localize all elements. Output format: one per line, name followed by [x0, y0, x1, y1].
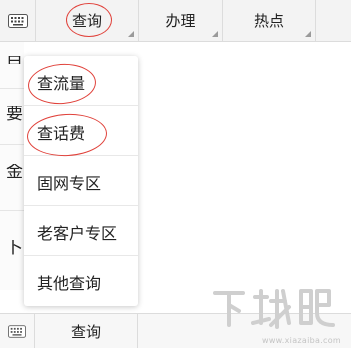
menu-item-old-customer[interactable]: 老客户专区	[24, 206, 138, 256]
menu-item-check-data[interactable]: 查流量	[24, 56, 138, 106]
menu-item-label: 查流量	[37, 74, 86, 93]
bg-divider	[0, 210, 24, 211]
keyboard-icon	[7, 13, 28, 28]
menu-item-check-balance[interactable]: 查话费	[24, 106, 138, 156]
submenu-indicator-icon	[305, 31, 311, 37]
menu-item-other-query[interactable]: 其他查询	[24, 256, 138, 306]
tab-query-label: 查询	[71, 12, 102, 30]
tab-hot-label: 热点	[253, 12, 284, 30]
tab-handle-label: 办理	[165, 12, 196, 30]
tab-handle[interactable]: 办理	[139, 0, 223, 41]
menu-item-fixed-network[interactable]: 固网专区	[24, 156, 138, 206]
bg-divider	[0, 144, 24, 145]
bg-partial-text: 卜	[6, 240, 23, 257]
tab-hot[interactable]: 热点	[223, 0, 316, 41]
submenu-indicator-icon	[128, 31, 134, 37]
bg-partial-text: 目	[6, 56, 24, 64]
watermark-url: www.xiazaiba.com	[262, 336, 342, 345]
keyboard-icon	[8, 324, 26, 338]
keyboard-toggle-button[interactable]	[0, 0, 36, 41]
menu-item-label: 固网专区	[37, 174, 102, 193]
top-menu-bar: 查询 办理 热点	[0, 0, 351, 42]
menu-item-label: 其他查询	[37, 274, 102, 293]
tab-query[interactable]: 查询	[36, 0, 139, 41]
keyboard-toggle-button[interactable]	[0, 314, 34, 348]
bottom-tab-query[interactable]: 查询	[34, 314, 138, 348]
submenu-indicator-icon	[212, 31, 218, 37]
bg-partial-text: 要	[6, 106, 23, 123]
bg-divider	[0, 88, 24, 89]
bottom-tab-label: 查询	[70, 322, 101, 341]
background-page: 目 要 金 卜	[0, 42, 24, 290]
query-dropdown-menu: 查流量 查话费 固网专区 老客户专区 其他查询	[24, 56, 138, 306]
bg-partial-text: 金	[6, 164, 23, 181]
menu-item-label: 查话费	[37, 124, 86, 143]
menu-item-label: 老客户专区	[37, 224, 118, 243]
